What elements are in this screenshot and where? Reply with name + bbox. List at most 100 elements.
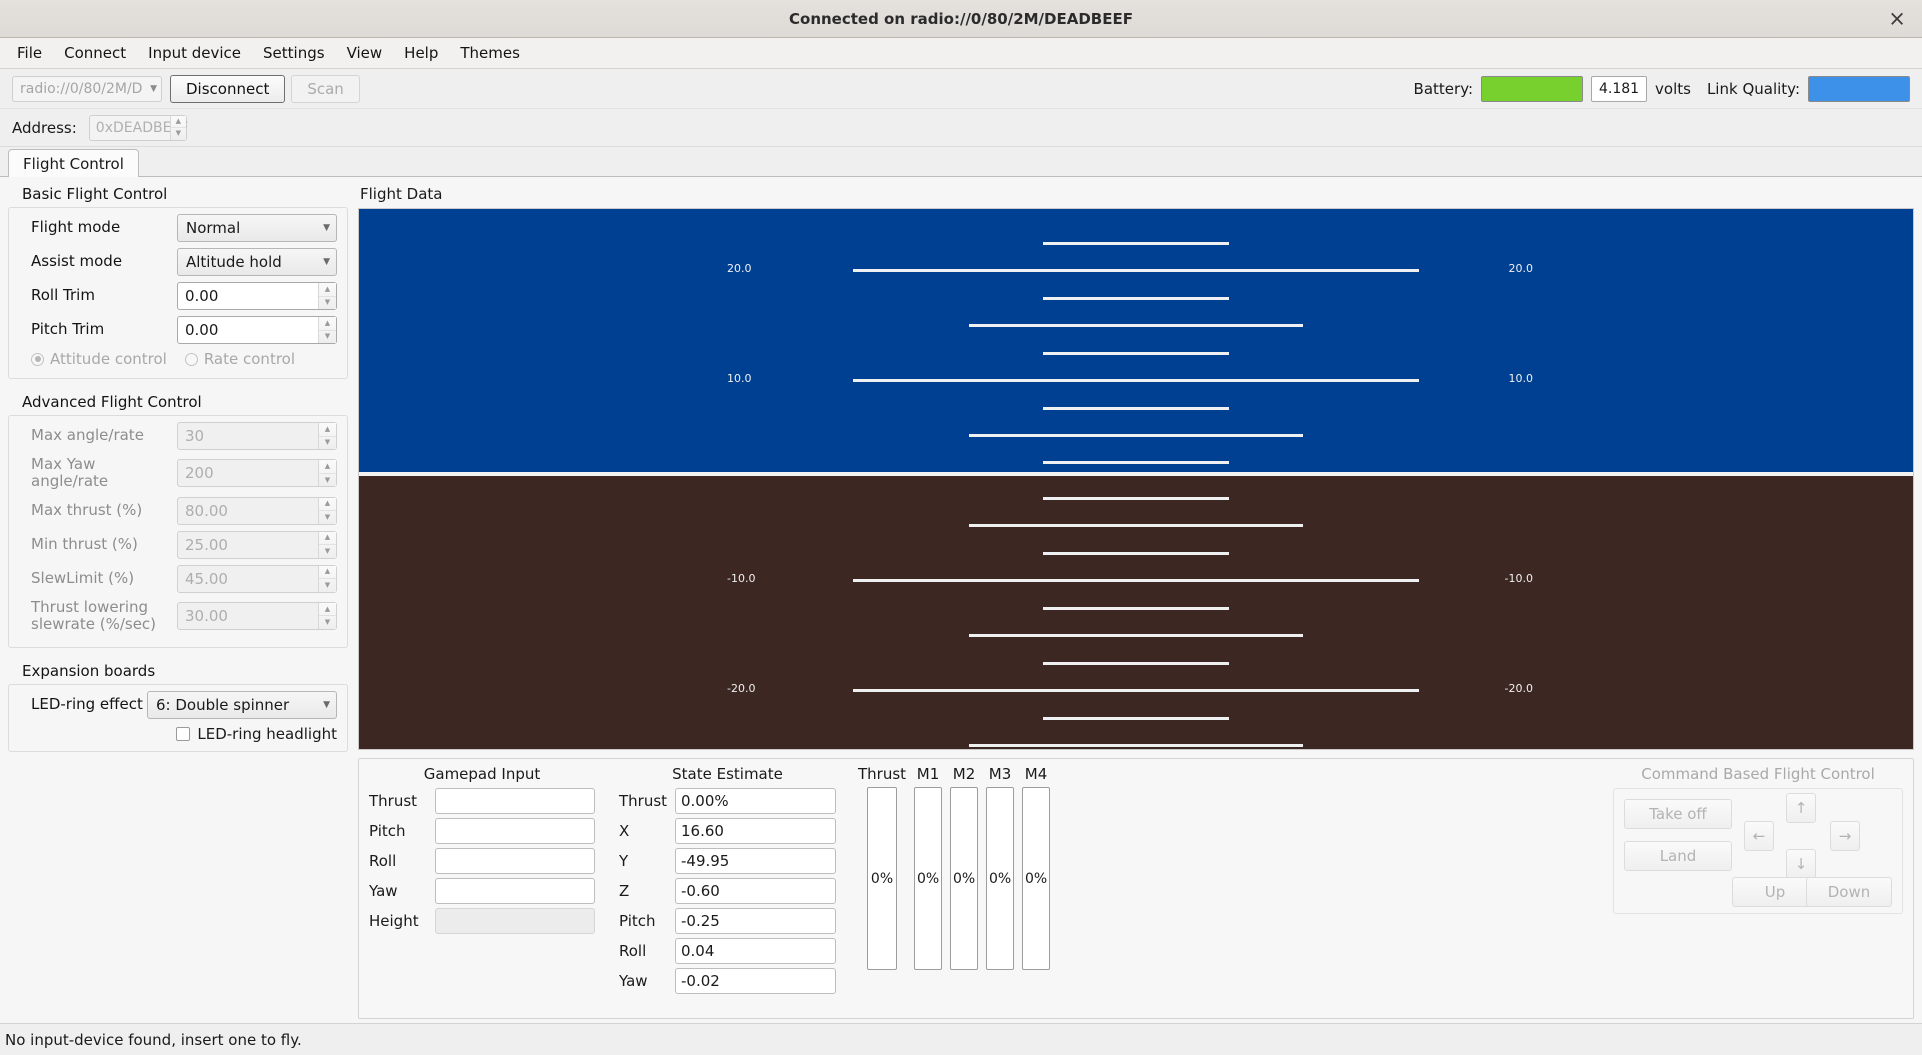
stepper-down-icon: ▼ [319, 511, 336, 524]
flight-mode-select[interactable]: Normal ▼ [177, 214, 337, 242]
thrust-bar-wrap: Thrust 0% [858, 765, 906, 1010]
stepper-up-icon[interactable]: ▲ [319, 317, 336, 331]
menu-view[interactable]: View [336, 40, 394, 66]
led-ring-effect-value: 6: Double spinner [156, 696, 289, 714]
menu-themes[interactable]: Themes [449, 40, 531, 66]
menu-file[interactable]: File [6, 40, 53, 66]
pitch-ladder-line [969, 634, 1303, 637]
led-ring-headlight-row[interactable]: LED-ring headlight [19, 725, 337, 743]
arrow-up-button: ↑ [1786, 793, 1816, 823]
horizon-line [359, 472, 1913, 476]
connection-toolbar: radio://0/80/2M/D ▼ Disconnect Scan Batt… [0, 69, 1922, 109]
gamepad-yaw-row: Yaw [369, 878, 595, 904]
stepper-up-icon[interactable]: ▲ [171, 116, 186, 129]
menu-settings[interactable]: Settings [252, 40, 336, 66]
stepper-down-icon: ▼ [319, 579, 336, 592]
state-pitch-value: -0.25 [675, 908, 836, 934]
gamepad-pitch-row: Pitch [369, 818, 595, 844]
close-icon[interactable]: × [1886, 8, 1908, 29]
m3-bar: 0% [986, 787, 1014, 970]
flight-mode-value: Normal [186, 219, 240, 237]
min-thrust-value: 25.00 [185, 536, 228, 554]
address-bar: Address: 0xDEADBEEF ▲ ▼ [0, 109, 1922, 147]
stepper-down-icon[interactable]: ▼ [171, 128, 186, 140]
address-stepper[interactable]: ▲ ▼ [170, 116, 186, 140]
state-y-value: -49.95 [675, 848, 836, 874]
state-z-value: -0.60 [675, 878, 836, 904]
flight-data-title: Flight Data [360, 185, 1914, 203]
m4-bar-wrap: M4 0% [1022, 765, 1050, 1010]
roll-trim-stepper-buttons[interactable]: ▲ ▼ [318, 283, 336, 309]
min-thrust-row: Min thrust (%) 25.00 ▲ ▼ [19, 531, 337, 559]
take-off-button: Take off [1624, 799, 1732, 829]
attitude-indicator: -0.6 20.020.010.010.0-10.0-10.0-20.0-20.… [358, 208, 1914, 750]
stepper-up-icon: ▲ [319, 566, 336, 580]
battery-voltage-value: 4.181 [1591, 76, 1647, 102]
pitch-tick-label-right: -10.0 [1505, 572, 1533, 585]
arrow-left-button: ← [1744, 821, 1774, 851]
gamepad-input-panel: Gamepad Input Thrust Pitch Roll Yaw [369, 765, 595, 1010]
menu-help[interactable]: Help [393, 40, 449, 66]
stepper-buttons: ▲ ▼ [318, 532, 336, 558]
thrust-lowering-slewrate-value: 30.00 [185, 607, 228, 625]
pitch-ladder-line [1043, 497, 1229, 500]
max-angle-rate-value: 30 [185, 427, 204, 445]
pitch-tick-label-right: 10.0 [1509, 372, 1534, 385]
state-yaw-label: Yaw [619, 972, 675, 990]
led-ring-effect-select[interactable]: 6: Double spinner ▼ [147, 691, 337, 719]
pitch-trim-stepper[interactable]: 0.00 ▲ ▼ [177, 316, 337, 344]
gamepad-thrust-row: Thrust [369, 788, 595, 814]
tab-flight-control[interactable]: Flight Control [8, 149, 139, 177]
pitch-trim-stepper-buttons[interactable]: ▲ ▼ [318, 317, 336, 343]
stepper-down-icon: ▼ [319, 437, 336, 450]
led-ring-headlight-label: LED-ring headlight [197, 725, 337, 743]
stepper-down-icon[interactable]: ▼ [319, 331, 336, 344]
scan-button: Scan [291, 75, 359, 103]
max-thrust-label: Max thrust (%) [19, 502, 177, 519]
expansion-boards-title: Expansion boards [22, 662, 348, 680]
roll-trim-stepper[interactable]: 0.00 ▲ ▼ [177, 282, 337, 310]
max-yaw-angle-rate-stepper: 200 ▲ ▼ [177, 459, 337, 487]
led-ring-effect-label: LED-ring effect [19, 696, 147, 713]
command-flight-box: Take off Land ↑ ← → ↓ Up Down [1613, 788, 1903, 914]
stepper-up-icon[interactable]: ▲ [319, 283, 336, 297]
state-yaw-row: Yaw -0.02 [619, 968, 836, 994]
pitch-tick-label-left: -20.0 [727, 682, 755, 695]
state-pitch-row: Pitch -0.25 [619, 908, 836, 934]
window-title: Connected on radio://0/80/2M/DEADBEEF [789, 10, 1133, 28]
state-pitch-label: Pitch [619, 912, 675, 930]
menu-connect[interactable]: Connect [53, 40, 137, 66]
max-yaw-angle-rate-value: 200 [185, 464, 214, 482]
address-field[interactable]: 0xDEADBEEF ▲ ▼ [89, 115, 187, 141]
state-roll-label: Roll [619, 942, 675, 960]
menu-input-device[interactable]: Input device [137, 40, 252, 66]
max-thrust-value: 80.00 [185, 502, 228, 520]
pitch-ladder-line [853, 379, 1419, 382]
gamepad-thrust-label: Thrust [369, 792, 435, 810]
chevron-down-icon: ▼ [323, 700, 330, 710]
flight-mode-label: Flight mode [19, 219, 177, 236]
control-mode-radios: Attitude control Rate control [19, 350, 337, 368]
m3-bar-label: M3 [989, 765, 1012, 783]
state-estimate-title: State Estimate [619, 765, 836, 783]
stepper-buttons: ▲ ▼ [318, 498, 336, 524]
stepper-up-icon: ▲ [319, 603, 336, 617]
state-thrust-label: Thrust [619, 792, 675, 810]
stepper-buttons: ▲ ▼ [318, 566, 336, 592]
state-z-label: Z [619, 882, 675, 900]
arrow-down-button: ↓ [1786, 849, 1816, 879]
uri-combo[interactable]: radio://0/80/2M/D ▼ [12, 76, 162, 102]
led-ring-headlight-checkbox[interactable] [176, 727, 190, 741]
thrust-lowering-slewrate-stepper: 30.00 ▲ ▼ [177, 602, 337, 630]
assist-mode-select[interactable]: Altitude hold ▼ [177, 248, 337, 276]
stepper-down-icon[interactable]: ▼ [319, 297, 336, 310]
pitch-ladder-line [1043, 242, 1229, 245]
gamepad-yaw-label: Yaw [369, 882, 435, 900]
disconnect-button[interactable]: Disconnect [170, 75, 285, 103]
gamepad-height-value [435, 908, 595, 934]
gamepad-height-row: Height [369, 908, 595, 934]
stepper-up-icon: ▲ [319, 460, 336, 474]
pitch-tick-label-left: 20.0 [727, 262, 752, 275]
max-angle-rate-label: Max angle/rate [19, 427, 177, 444]
pitch-ladder-line [853, 689, 1419, 692]
